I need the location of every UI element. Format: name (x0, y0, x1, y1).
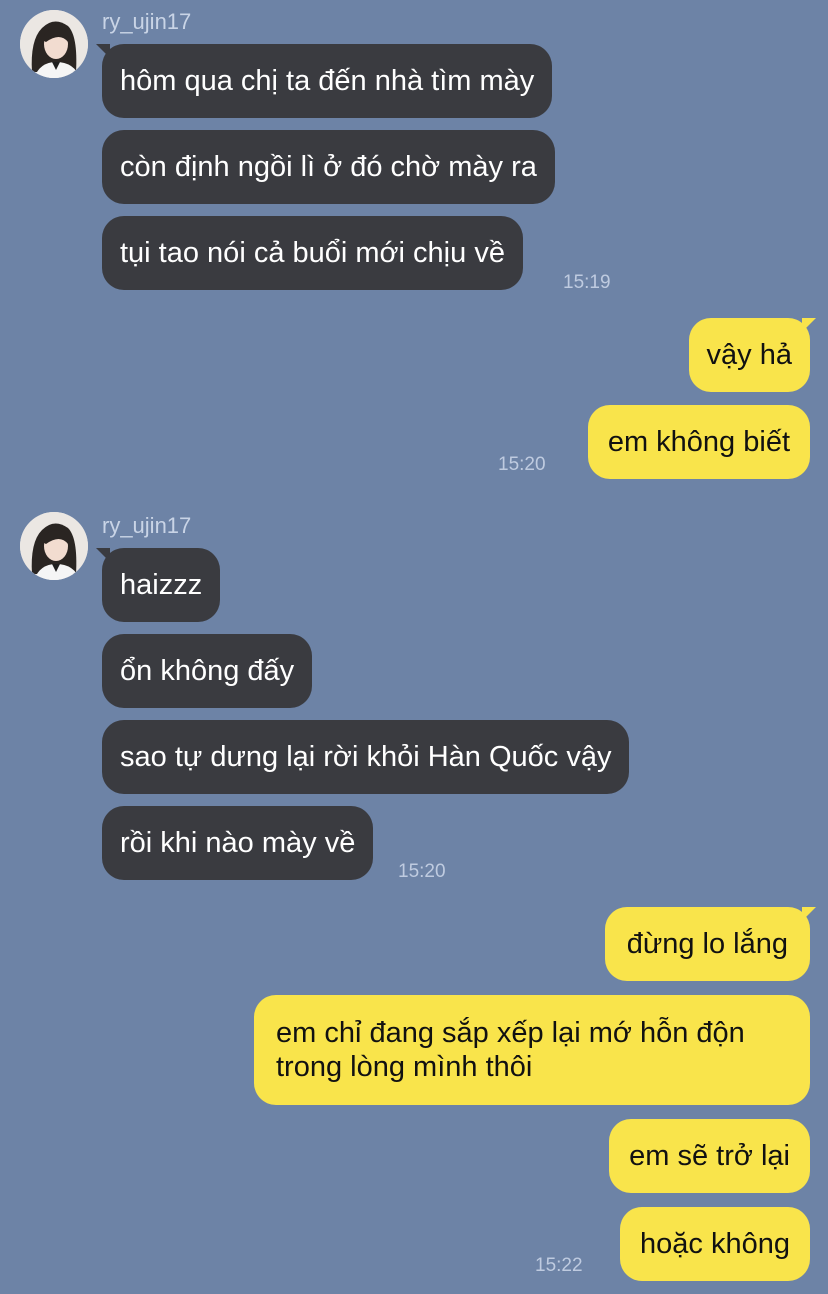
sender-name: ry_ujin17 (102, 9, 192, 34)
message-bubble[interactable]: em không biết (587, 405, 810, 479)
message-bubble[interactable]: em chỉ đang sắp xếp lại mớ hỗn độn trong… (254, 995, 810, 1105)
bubble-tail (802, 318, 816, 332)
message-bubble[interactable]: tụi tao nói cả buổi mới chịu về (102, 216, 523, 290)
timestamp: 15:22 (535, 1255, 583, 1276)
profile-photo-icon (20, 512, 88, 580)
message-bubble[interactable]: ổn không đấy (102, 634, 313, 708)
profile-photo-icon (20, 10, 88, 78)
message-bubble[interactable]: vậy hả (688, 318, 810, 392)
bubble-tail (802, 907, 816, 921)
message-bubble[interactable]: haizzz (102, 548, 221, 622)
avatar[interactable] (20, 10, 88, 78)
avatar[interactable] (20, 512, 88, 580)
timestamp: 15:19 (563, 272, 611, 293)
message-bubble[interactable]: em sẽ trở lại (609, 1119, 810, 1193)
message-bubble[interactable]: hôm qua chị ta đến nhà tìm mày (102, 44, 553, 118)
sender-name: ry_ujin17 (102, 513, 192, 538)
chat-view[interactable]: ry_ujin17 hôm qua chị ta đến nhà tìm mày… (0, 0, 828, 1294)
message-bubble[interactable]: sao tự dưng lại rời khỏi Hàn Quốc vậy (102, 720, 630, 794)
message-bubble[interactable]: hoặc không (620, 1207, 810, 1281)
message-bubble[interactable]: rồi khi nào mày về (102, 806, 374, 880)
timestamp: 15:20 (498, 454, 546, 475)
message-bubble[interactable]: đừng lo lắng (604, 907, 810, 981)
message-bubble[interactable]: còn định ngồi lì ở đó chờ mày ra (102, 130, 555, 204)
timestamp: 15:20 (398, 861, 446, 882)
